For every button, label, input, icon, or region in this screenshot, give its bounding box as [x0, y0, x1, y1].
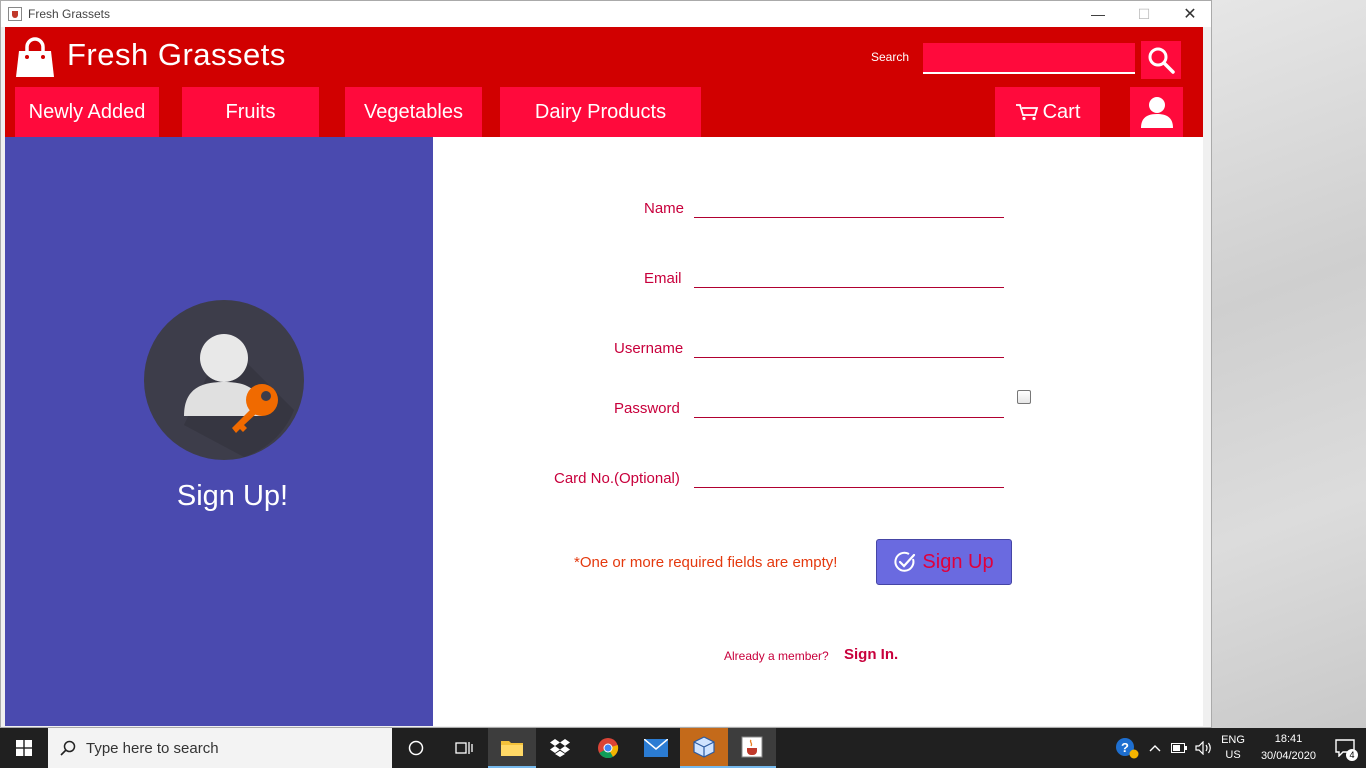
- task-view-icon: [455, 742, 473, 754]
- search-button[interactable]: [1141, 41, 1181, 79]
- tab-fruits[interactable]: Fruits: [182, 87, 319, 137]
- dropbox-icon: [550, 739, 570, 757]
- java-icon: [741, 736, 763, 758]
- username-field[interactable]: [694, 332, 1004, 358]
- search-icon: [1148, 47, 1175, 74]
- file-explorer-button[interactable]: [488, 728, 536, 768]
- signup-form: Name Email Username Password Card No.(Op…: [433, 137, 1203, 726]
- cart-icon: [1015, 104, 1038, 121]
- card-number-field[interactable]: [694, 462, 1004, 488]
- language-indicator[interactable]: ENG US: [1221, 733, 1245, 763]
- java-app-button[interactable]: [728, 728, 776, 768]
- password-label: Password: [614, 400, 680, 417]
- name-label: Name: [644, 200, 685, 217]
- tab-newly-added[interactable]: Newly Added: [15, 87, 159, 137]
- signup-side-panel: Sign Up!: [5, 137, 433, 726]
- folder-icon: [501, 741, 523, 756]
- brand-title: Fresh Grassets: [67, 37, 286, 72]
- user-key-icon: [144, 300, 304, 460]
- chrome-icon: [598, 738, 619, 759]
- system-tray: ? ENG US 18:41 30/04/2020 4: [1115, 728, 1366, 768]
- card-number-label: Card No.(Optional): [554, 470, 680, 487]
- cart-button[interactable]: Cart: [995, 87, 1100, 137]
- window-title: Fresh Grassets: [28, 7, 111, 21]
- app-header: Fresh Grassets Search Newly Added Fruits…: [5, 27, 1203, 137]
- search-label: Search: [871, 50, 910, 64]
- signin-link[interactable]: Sign In.: [844, 646, 898, 663]
- username-label: Username: [614, 340, 684, 357]
- show-password-checkbox[interactable]: [1017, 390, 1031, 404]
- notification-center-button[interactable]: 4: [1330, 728, 1360, 768]
- cortana-button[interactable]: [392, 728, 440, 768]
- clock-date: 30/04/2020: [1260, 750, 1316, 762]
- mail-button[interactable]: [632, 728, 680, 768]
- signup-button-label: Sign Up: [922, 550, 994, 573]
- desktop-background: [1212, 0, 1366, 728]
- windows-icon: [16, 740, 32, 756]
- java-app-icon: [8, 7, 22, 21]
- virtualbox-button[interactable]: [680, 728, 728, 768]
- check-circle-icon: [894, 551, 916, 572]
- signup-heading: Sign Up!: [176, 480, 289, 512]
- volume-icon[interactable]: [1195, 741, 1213, 755]
- title-bar: Fresh Grassets — ☐ ✕: [1, 1, 1211, 27]
- keyboard-layout: US: [1225, 749, 1241, 761]
- tab-dairy-products[interactable]: Dairy Products: [500, 87, 701, 137]
- password-field[interactable]: [694, 392, 1004, 418]
- app-window: Fresh Grassets — ☐ ✕ Fresh Grassets Sear…: [0, 0, 1212, 728]
- task-view-button[interactable]: [440, 728, 488, 768]
- name-field[interactable]: [694, 192, 1004, 218]
- battery-icon[interactable]: [1171, 743, 1188, 753]
- validation-error: *One or more required fields are empty!: [574, 554, 838, 571]
- cortana-icon: [408, 740, 424, 756]
- email-label: Email: [644, 270, 682, 287]
- email-field[interactable]: [694, 262, 1004, 288]
- maximize-button[interactable]: ☐: [1121, 1, 1167, 27]
- shopping-bag-icon: [16, 37, 54, 77]
- tab-vegetables[interactable]: Vegetables: [345, 87, 482, 137]
- svg-text:?: ?: [1121, 740, 1129, 755]
- user-icon: [1140, 97, 1173, 128]
- search-icon: [60, 740, 76, 756]
- clock-time: 18:41: [1274, 733, 1303, 745]
- close-button[interactable]: ✕: [1167, 1, 1213, 27]
- language-code: ENG: [1221, 734, 1245, 746]
- notification-count: 4: [1346, 749, 1358, 761]
- taskbar-search[interactable]: Type here to search: [48, 728, 392, 768]
- minimize-button[interactable]: —: [1075, 1, 1121, 27]
- signup-button[interactable]: Sign Up: [876, 539, 1012, 585]
- dropbox-button[interactable]: [536, 728, 584, 768]
- mail-icon: [644, 739, 668, 757]
- start-button[interactable]: [0, 728, 48, 768]
- help-icon[interactable]: ?: [1115, 737, 1139, 759]
- already-member-text: Already a member?: [724, 649, 829, 663]
- clock[interactable]: 18:41 30/04/2020: [1261, 731, 1316, 765]
- cube-icon: [693, 736, 715, 758]
- cart-label: Cart: [1042, 100, 1081, 123]
- search-input[interactable]: [923, 43, 1135, 74]
- chrome-button[interactable]: [584, 728, 632, 768]
- user-account-button[interactable]: [1130, 87, 1183, 137]
- chevron-up-icon[interactable]: [1149, 743, 1161, 753]
- taskbar-search-placeholder: Type here to search: [86, 739, 219, 757]
- taskbar: Type here to search ? ENG US 18:41 30/04…: [0, 728, 1366, 768]
